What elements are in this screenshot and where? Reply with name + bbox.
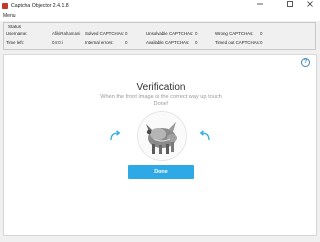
maximize-icon [287,1,293,7]
captcha-image [138,112,186,160]
wrong-value: 0 [260,31,263,36]
close-icon [307,1,313,7]
close-button[interactable] [300,0,320,12]
menu-item-menu[interactable]: Menu [3,12,16,21]
rotate-right-icon[interactable] [198,129,212,143]
internal-errors-value: 0 [125,40,128,45]
timed-out-label: Timed out CAPTCHAs: [215,40,260,45]
app-icon [2,3,8,9]
animal-figure-icon [138,112,186,160]
available-value: 0 [195,40,198,45]
unsolvable-value: 0 [195,31,198,36]
unsolvable-label: Unsolvable CAPTCHAs: [146,31,194,36]
rotate-left-icon[interactable] [108,129,122,143]
window-title: Captcha Objector 2.4.1.8 [11,3,69,9]
timed-out-value: 0 [260,40,263,45]
maximize-button[interactable] [280,0,300,12]
status-title: Status [8,24,22,29]
help-icon[interactable]: ? [301,58,310,67]
username-value: AfikiRahamani [52,31,81,36]
time-left-label: Time left: [6,40,24,45]
captcha-panel: ? Verification When the front image is t… [3,54,317,236]
minimize-icon [257,3,263,5]
username-label: Username: [6,31,28,36]
solved-value: 0 [125,31,128,36]
title-bar: Captcha Objector 2.4.1.8 [0,0,320,12]
available-label: Available CAPTCHAs: [146,40,190,45]
verification-title: Verification [136,82,186,93]
done-button[interactable]: Done [128,165,194,179]
time-left-value: 04:0:i [52,40,63,45]
wrong-label: Wrong CAPTCHAs: [215,31,254,36]
solved-label: Solved CAPTCHAs: [85,31,125,36]
menu-bar: Menu [0,12,320,21]
internal-errors-label: Internal errors: [85,40,114,45]
minimize-button[interactable] [250,0,270,12]
verification-instructions: When the front image is the correct way … [100,94,222,107]
status-panel: Status Username: AfikiRahamani Time left… [3,22,316,50]
